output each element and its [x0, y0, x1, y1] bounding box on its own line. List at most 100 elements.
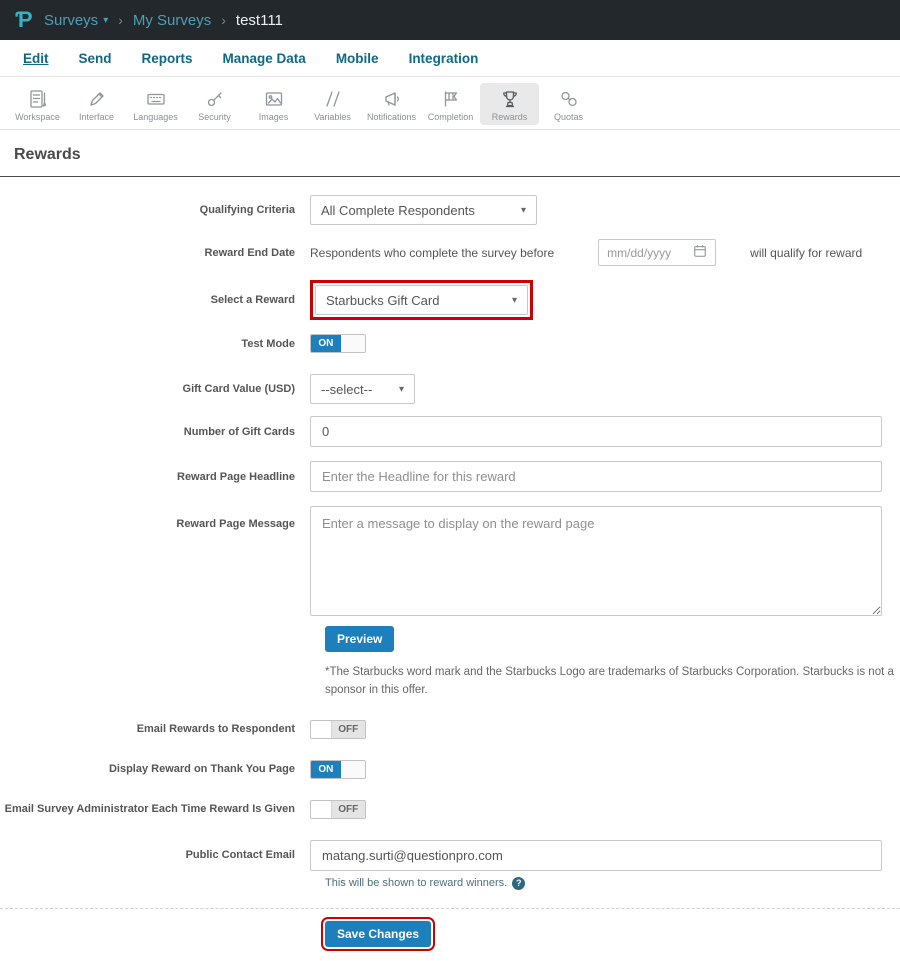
select-reward-row: Select a Reward Starbucks Gift Card ▾: [0, 280, 900, 320]
main-nav: Edit Send Reports Manage Data Mobile Int…: [0, 40, 900, 77]
toolbar-item-security[interactable]: Security: [185, 83, 244, 125]
qualifying-criteria-label: Qualifying Criteria: [0, 204, 310, 216]
tab-send[interactable]: Send: [64, 51, 127, 66]
qualifying-criteria-row: Qualifying Criteria All Complete Respond…: [0, 195, 900, 225]
notifications-icon: [381, 88, 403, 110]
test-mode-toggle[interactable]: ON: [310, 334, 366, 353]
public-contact-email-row: Public Contact Email: [0, 840, 900, 871]
reward-end-date-label: Reward End Date: [0, 247, 310, 259]
display-reward-row: Display Reward on Thank You Page ON: [0, 760, 900, 779]
calendar-icon[interactable]: [693, 244, 707, 261]
help-text: This will be shown to reward winners.: [325, 877, 507, 889]
help-icon[interactable]: ?: [512, 877, 525, 890]
display-reward-label: Display Reward on Thank You Page: [0, 763, 310, 775]
toolbar-item-languages[interactable]: Languages: [126, 83, 185, 125]
toolbar-item-label: Security: [198, 112, 231, 122]
breadcrumb-surveys[interactable]: Surveys ▾: [44, 12, 108, 29]
tab-reports[interactable]: Reports: [127, 51, 208, 66]
breadcrumb-my-surveys[interactable]: My Surveys: [133, 12, 211, 29]
email-admin-toggle[interactable]: OFF: [310, 800, 366, 819]
end-date-prefix-text: Respondents who complete the survey befo…: [310, 246, 554, 260]
reward-page-message-label: Reward Page Message: [0, 506, 310, 530]
save-row: Save Changes: [0, 908, 900, 961]
preview-row: Preview: [325, 626, 900, 652]
starbucks-disclaimer-text: *The Starbucks word mark and the Starbuc…: [325, 664, 900, 700]
toolbar-item-label: Workspace: [15, 112, 60, 122]
email-rewards-toggle[interactable]: OFF: [310, 720, 366, 739]
toolbar-item-completion[interactable]: Completion: [421, 83, 480, 125]
email-rewards-row: Email Rewards to Respondent OFF: [0, 720, 900, 739]
toggle-track: [311, 721, 332, 738]
toolbar-item-interface[interactable]: Interface: [67, 83, 126, 125]
toolbar-item-rewards[interactable]: Rewards: [480, 83, 539, 125]
rewards-icon: [499, 88, 521, 110]
toolbar-item-notifications[interactable]: Notifications: [362, 83, 421, 125]
toolbar-item-label: Interface: [79, 112, 114, 122]
edit-toolbar: Workspace Interface Languages Security I…: [0, 77, 900, 130]
end-date-suffix-text: will qualify for reward: [750, 246, 862, 260]
email-rewards-label: Email Rewards to Respondent: [0, 723, 310, 735]
page-title: Rewards: [0, 130, 900, 176]
qualifying-criteria-select[interactable]: All Complete Respondents ▾: [310, 195, 537, 225]
toggle-state-label: ON: [311, 335, 341, 352]
languages-icon: [145, 88, 167, 110]
toolbar-item-label: Completion: [428, 112, 474, 122]
tab-edit[interactable]: Edit: [8, 51, 64, 66]
public-contact-email-help: This will be shown to reward winners. ?: [325, 877, 900, 890]
select-reward-highlight: Starbucks Gift Card ▾: [310, 280, 533, 320]
quotas-icon: [558, 88, 580, 110]
gift-card-value-select[interactable]: --select-- ▾: [310, 374, 415, 404]
topbar: Ƥ Surveys ▾ › My Surveys › test111: [0, 0, 900, 40]
toolbar-item-workspace[interactable]: Workspace: [8, 83, 67, 125]
test-mode-row: Test Mode ON: [0, 334, 900, 353]
email-admin-label: Email Survey Administrator Each Time Rew…: [0, 803, 310, 815]
breadcrumb-surveys-label: Surveys: [44, 12, 98, 29]
images-icon: [263, 88, 285, 110]
variables-icon: [322, 88, 344, 110]
interface-icon: [86, 88, 108, 110]
chevron-down-icon: ▾: [399, 384, 404, 395]
breadcrumb-current-survey: test111: [236, 12, 283, 29]
number-of-gift-cards-label: Number of Gift Cards: [0, 426, 310, 438]
toolbar-item-quotas[interactable]: Quotas: [539, 83, 598, 125]
toolbar-item-label: Images: [259, 112, 289, 122]
chevron-down-icon: ▾: [103, 15, 108, 26]
security-icon: [204, 88, 226, 110]
public-contact-email-label: Public Contact Email: [0, 849, 310, 861]
reward-page-headline-row: Reward Page Headline: [0, 461, 900, 492]
date-placeholder: mm/dd/yyyy: [607, 246, 671, 260]
selected-value: --select--: [321, 382, 372, 397]
email-admin-row: Email Survey Administrator Each Time Rew…: [0, 800, 900, 819]
toggle-state-label: ON: [311, 761, 341, 778]
select-reward-label: Select a Reward: [0, 294, 310, 306]
completion-icon: [440, 88, 462, 110]
public-contact-email-input[interactable]: [310, 840, 882, 871]
toolbar-item-label: Quotas: [554, 112, 583, 122]
save-changes-button[interactable]: Save Changes: [325, 921, 431, 947]
tab-manage-data[interactable]: Manage Data: [208, 51, 321, 66]
number-of-gift-cards-row: Number of Gift Cards: [0, 416, 900, 447]
toggle-track: [341, 335, 365, 352]
toolbar-item-images[interactable]: Images: [244, 83, 303, 125]
workspace-icon: [27, 88, 49, 110]
tab-integration[interactable]: Integration: [394, 51, 494, 66]
reward-page-headline-input[interactable]: [310, 461, 882, 492]
toggle-track: [341, 761, 365, 778]
rewards-form: Qualifying Criteria All Complete Respond…: [0, 177, 900, 961]
toggle-state-label: OFF: [332, 721, 365, 738]
test-mode-label: Test Mode: [0, 338, 310, 350]
breadcrumb-separator-icon: ›: [118, 12, 123, 28]
reward-page-headline-label: Reward Page Headline: [0, 471, 310, 483]
display-reward-toggle[interactable]: ON: [310, 760, 366, 779]
tab-mobile[interactable]: Mobile: [321, 51, 394, 66]
toolbar-item-label: Languages: [133, 112, 178, 122]
preview-button[interactable]: Preview: [325, 626, 394, 652]
chevron-down-icon: ▾: [512, 295, 517, 306]
reward-page-message-textarea[interactable]: [310, 506, 882, 616]
toolbar-item-variables[interactable]: Variables: [303, 83, 362, 125]
number-of-gift-cards-input[interactable]: [310, 416, 882, 447]
breadcrumb-separator-icon: ›: [221, 12, 226, 28]
questionpro-logo[interactable]: Ƥ: [10, 0, 38, 40]
reward-end-date-input[interactable]: mm/dd/yyyy: [598, 239, 716, 266]
select-reward-select[interactable]: Starbucks Gift Card ▾: [315, 285, 528, 315]
